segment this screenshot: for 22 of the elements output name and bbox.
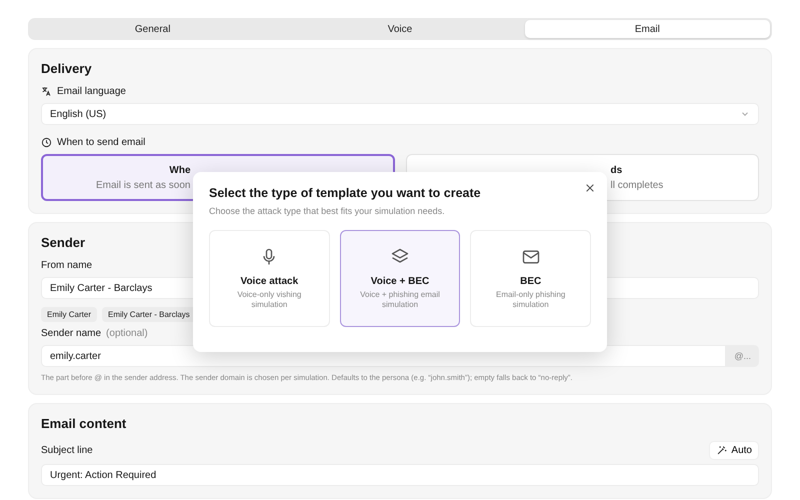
section-title: Sender bbox=[41, 235, 86, 250]
field-label: Sender name bbox=[41, 328, 102, 339]
card-title: Voice + BEC bbox=[370, 276, 430, 287]
field-label: When to send email bbox=[57, 137, 146, 148]
domain-suffix: @... bbox=[726, 345, 759, 367]
card-description: Voice-only vishing simulation bbox=[236, 290, 302, 310]
dialog-subtitle: Choose the attack type that best fits your simulation needs. bbox=[209, 206, 446, 216]
option-description: ll completes bbox=[610, 180, 664, 190]
dialog-title: Select the type of template you want to create bbox=[209, 186, 482, 200]
field-label: From name bbox=[41, 260, 92, 271]
card-description: Email-only phishing simulation bbox=[494, 290, 566, 310]
card-description: Voice + phishing email simulation bbox=[359, 290, 441, 310]
field-label: Subject line bbox=[41, 445, 93, 456]
section-title: Email content bbox=[41, 416, 128, 431]
option-title: Whe bbox=[169, 164, 190, 176]
optional-hint: (optional) bbox=[106, 328, 148, 339]
option-description: Email is sent as soon bbox=[96, 180, 190, 190]
card-title: BEC bbox=[520, 276, 542, 287]
card-title: Voice attack bbox=[240, 276, 298, 287]
option-title: ds bbox=[610, 164, 622, 176]
section-title: Delivery bbox=[41, 61, 93, 76]
field-label: Email language bbox=[57, 86, 126, 97]
